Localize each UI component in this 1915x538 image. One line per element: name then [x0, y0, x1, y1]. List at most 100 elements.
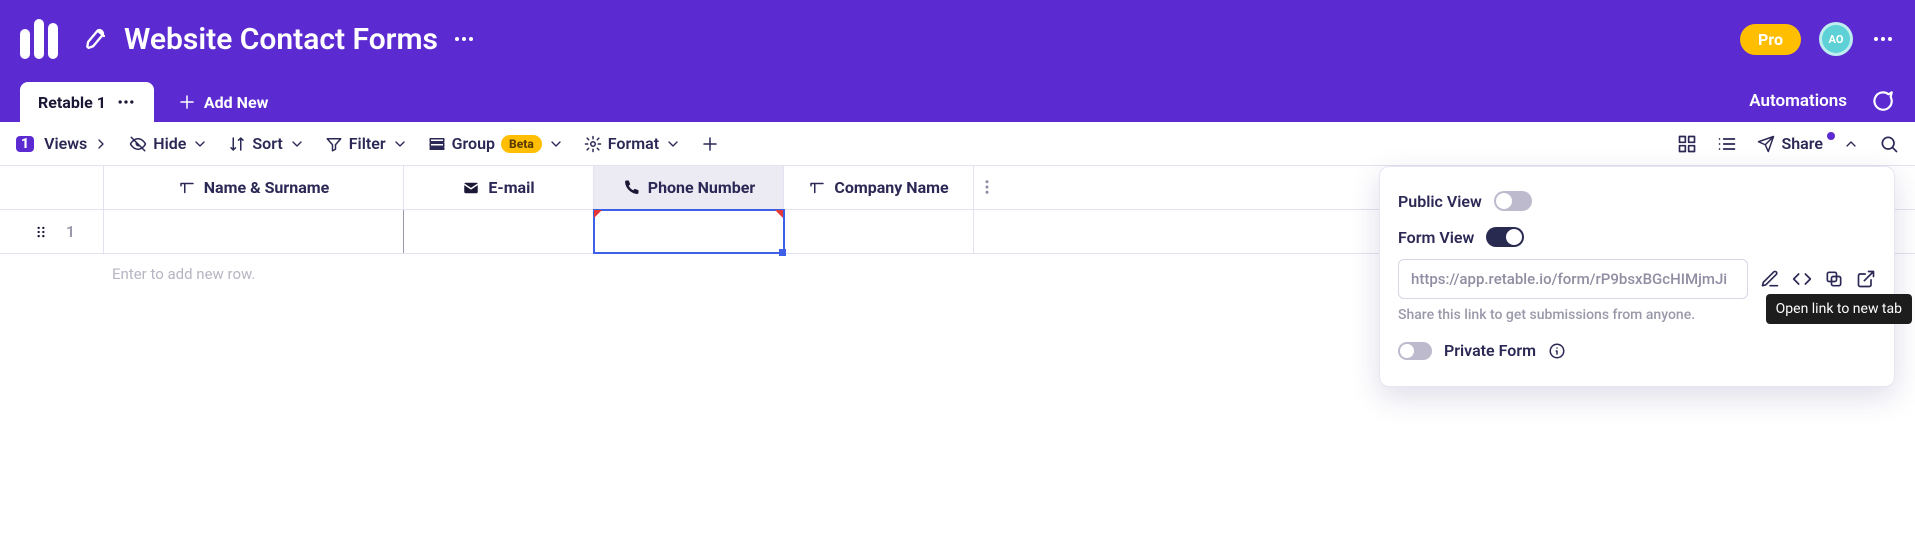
cell-phone[interactable] [594, 210, 784, 253]
public-view-label: Public View [1398, 192, 1482, 211]
grid-view-toggle[interactable] [1669, 130, 1705, 158]
placeholder-text: Enter to add new row. [104, 265, 255, 283]
form-view-label: Form View [1398, 228, 1474, 247]
list-view-toggle[interactable] [1709, 130, 1745, 158]
filter-menu[interactable]: Filter [317, 130, 416, 157]
header-bottom-right: Automations [1749, 88, 1895, 122]
add-new-tab[interactable]: Add New [172, 83, 274, 122]
info-icon[interactable] [1548, 342, 1566, 360]
chevron-right-icon [93, 136, 109, 152]
column-company[interactable]: Company Name [784, 166, 974, 209]
plus-icon [178, 93, 196, 111]
private-form-label: Private Form [1444, 341, 1536, 360]
form-view-toggle[interactable] [1486, 227, 1524, 247]
app-logo[interactable] [20, 19, 58, 59]
avatar[interactable]: AO [1819, 22, 1853, 56]
views-label: Views [44, 134, 87, 153]
views-count: 1 [16, 136, 34, 152]
gear-icon [584, 135, 602, 153]
search-icon [1879, 134, 1899, 154]
header-right: Pro AO [1740, 22, 1895, 56]
cell-name[interactable] [104, 210, 404, 253]
text-icon [178, 179, 196, 197]
more-vertical-icon[interactable] [978, 178, 996, 196]
grid-icon [1677, 134, 1697, 154]
row-number: 1 [66, 222, 75, 241]
rocket-icon [81, 24, 111, 54]
sort-icon [228, 135, 246, 153]
format-menu[interactable]: Format [576, 130, 689, 157]
drag-handle-icon[interactable] [34, 225, 48, 239]
cell-company[interactable] [784, 210, 974, 253]
share-indicator-dot [1827, 132, 1835, 140]
mail-icon [462, 179, 480, 197]
public-view-toggle[interactable] [1494, 191, 1532, 211]
row-gutter[interactable]: 1 [0, 210, 104, 253]
column-label: Phone Number [648, 178, 756, 197]
chevron-down-icon [192, 136, 208, 152]
external-link-icon[interactable] [1856, 269, 1876, 289]
copy-icon[interactable] [1824, 269, 1844, 289]
column-phone[interactable]: Phone Number [594, 166, 784, 209]
eye-off-icon [129, 135, 147, 153]
header-bottom: Retable 1 Add New Automations [0, 78, 1915, 122]
view-toolbar: 1 Views Hide Sort Filter Group Beta Form… [0, 122, 1915, 166]
add-new-label: Add New [204, 93, 268, 112]
form-view-row: Form View [1398, 219, 1876, 255]
group-icon [428, 135, 446, 153]
automations-link[interactable]: Automations [1749, 91, 1847, 111]
page-title[interactable]: Website Contact Forms [124, 22, 438, 57]
tab-label: Retable 1 [38, 93, 106, 112]
column-name-surname[interactable]: Name & Surname [104, 166, 404, 209]
hide-label: Hide [153, 134, 186, 153]
column-label: Name & Surname [204, 178, 330, 197]
plus-icon [701, 135, 719, 153]
group-label: Group [452, 134, 495, 153]
group-menu[interactable]: Group Beta [420, 130, 572, 157]
filter-icon [325, 135, 343, 153]
share-label: Share [1781, 134, 1823, 153]
public-view-row: Public View [1398, 183, 1876, 219]
share-popover: Public View Form View https://app.retabl… [1379, 166, 1895, 387]
chevron-down-icon [548, 136, 564, 152]
add-column[interactable] [693, 131, 727, 157]
beta-badge: Beta [501, 135, 542, 153]
column-email[interactable]: E-mail [404, 166, 594, 209]
cell-email[interactable] [404, 210, 594, 253]
private-form-row: Private Form [1398, 333, 1876, 368]
text-icon [808, 179, 826, 197]
chevron-down-icon [392, 136, 408, 152]
phone-icon [622, 179, 640, 197]
page-title-wrap: Website Contact Forms [82, 22, 1740, 57]
tab-retable-1[interactable]: Retable 1 [20, 82, 154, 122]
private-form-toggle[interactable] [1398, 342, 1432, 360]
code-icon[interactable] [1792, 269, 1812, 289]
share-menu[interactable]: Share [1749, 130, 1867, 157]
format-label: Format [608, 134, 659, 153]
send-icon [1757, 135, 1775, 153]
share-link-row: https://app.retable.io/form/rP9bsxBGcHIM… [1398, 259, 1876, 299]
sort-label: Sort [252, 134, 282, 153]
chevron-up-icon [1843, 136, 1859, 152]
list-icon [1717, 134, 1737, 154]
column-label: E-mail [488, 178, 534, 197]
views-menu[interactable]: 1 Views [8, 130, 117, 157]
share-link-input[interactable]: https://app.retable.io/form/rP9bsxBGcHIM… [1398, 259, 1748, 299]
hide-fields[interactable]: Hide [121, 130, 216, 157]
pro-badge[interactable]: Pro [1740, 24, 1801, 55]
filter-label: Filter [349, 134, 386, 153]
chevron-down-icon [289, 136, 305, 152]
more-icon[interactable] [452, 27, 476, 51]
edit-icon[interactable] [1760, 269, 1780, 289]
sort-menu[interactable]: Sort [220, 130, 312, 157]
more-icon[interactable] [116, 92, 136, 112]
column-label: Company Name [834, 178, 948, 197]
search-button[interactable] [1871, 130, 1907, 158]
tooltip: Open link to new tab [1766, 294, 1912, 324]
chevron-down-icon [665, 136, 681, 152]
table-tabs: Retable 1 Add New [20, 82, 274, 122]
row-header-gutter [0, 166, 104, 209]
more-icon[interactable] [1871, 27, 1895, 51]
chat-icon[interactable] [1869, 88, 1895, 114]
app-header: Website Contact Forms Pro AO Retable 1 A… [0, 0, 1915, 122]
